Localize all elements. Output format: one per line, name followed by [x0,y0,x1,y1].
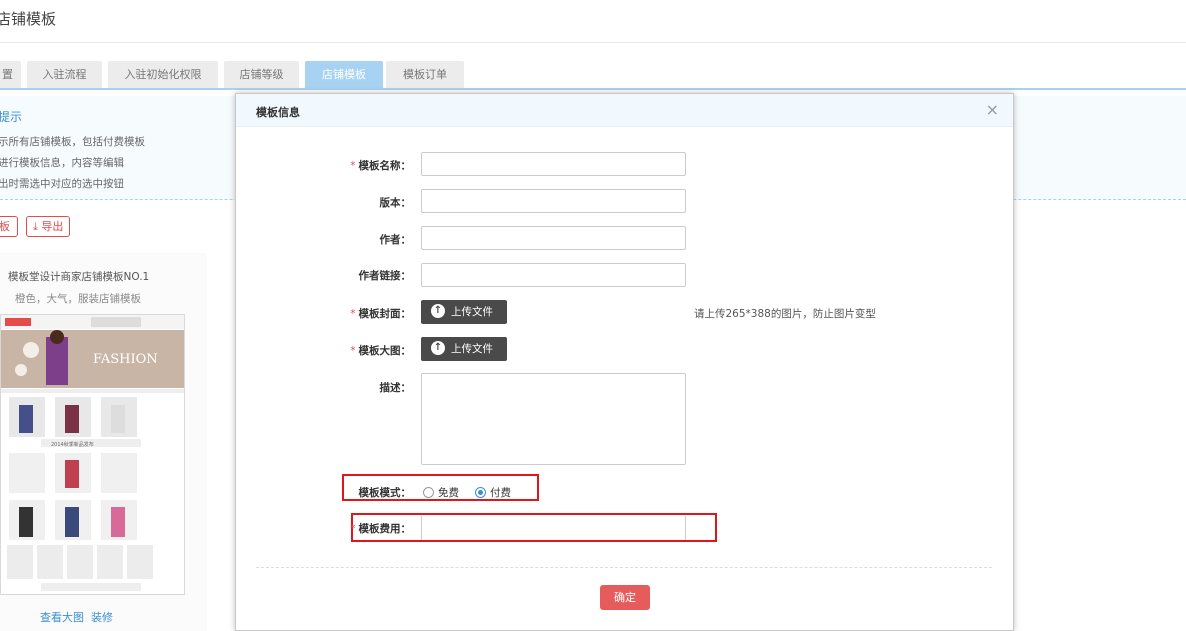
template-name-label: * 模板名称： [350,160,411,172]
upload-icon: ↑ [431,341,445,355]
tip-line: 示所有店铺模板，包括付费模板 [0,136,145,148]
download-icon: ⤓ [33,220,38,233]
version-label: 版本： [379,197,412,209]
upload-hint: 请上传265*388的图片，防止图片变型 [694,308,876,320]
upload-label: 上传文件 [451,306,493,318]
mode-option-paid[interactable]: 付费 [475,485,511,500]
template-card-title: 模板堂设计商家店铺模板NO.1 [8,271,150,283]
upload-cover-button[interactable]: ↑ 上传文件 [421,300,507,324]
description-textarea[interactable] [421,373,686,465]
template-card: 模板堂设计商家店铺模板NO.1 橙色，大气，服装店铺模板 FASHION 201… [0,253,207,631]
version-input[interactable] [421,189,686,213]
footer-divider [256,567,992,568]
decorate-link[interactable]: 装修 [91,609,113,625]
author-label: 作者： [379,234,412,246]
template-fee-label: * 模板费用： [350,523,411,535]
required-mark: * [350,308,356,320]
mode-option-free[interactable]: 免费 [423,485,459,500]
tab-settings[interactable]: 置 [0,61,21,89]
template-info-dialog: 模板信息 × * 模板名称： 版本： 作者： 作者链接： * 模板封面： ↑ 上传文件… [235,93,1014,631]
author-link-label: 作者链接： [358,270,412,282]
template-thumbnail-image: FASHION 2014秋季新品发布 [1,315,184,591]
view-large-link[interactable]: 查看大图 [40,609,84,625]
export-button[interactable]: ⤓ 导出 [26,216,71,237]
template-card-subtitle: 橙色，大气，服装店铺模板 [15,293,141,305]
template-name-input[interactable] [421,152,686,176]
dialog-title: 模板信息 [256,106,300,119]
tab-init-permissions[interactable]: 入驻初始化权限 [108,61,218,89]
required-mark: * [350,160,356,172]
tips-title: 提示 [0,110,23,124]
tab-template-orders[interactable]: 模板订单 [386,61,464,89]
upload-large-image-button[interactable]: ↑ 上传文件 [421,337,507,361]
add-template-button[interactable]: 板 [0,216,18,237]
title-divider [0,42,1186,43]
thumb-caption: 2014秋季新品发布 [51,441,94,448]
page-title: 店铺模板 [0,10,57,28]
author-link-input[interactable] [421,263,686,287]
radio-free-icon [423,486,434,498]
thumb-brand: FASHION [93,352,158,367]
tabs-underline [0,88,1186,90]
radio-paid-icon [475,486,486,498]
template-cover-label: * 模板封面： [350,308,411,320]
required-mark: * [350,523,356,535]
template-large-image-label: * 模板大图： [350,345,411,357]
confirm-button[interactable]: 确定 [600,585,650,610]
template-thumbnail[interactable]: FASHION 2014秋季新品发布 [0,314,185,595]
author-input[interactable] [421,226,686,250]
export-label: 导出 [41,220,64,233]
dialog-header: 模板信息 × [236,94,1013,127]
template-mode-label: 模板模式： [358,487,412,499]
tip-line: 进行模板信息，内容等编辑 [0,157,124,169]
upload-icon: ↑ [431,304,445,318]
close-icon[interactable]: × [986,100,999,119]
required-mark: * [350,345,356,357]
tab-onboarding-flow[interactable]: 入驻流程 [27,61,102,89]
description-label: 描述： [379,382,412,394]
tip-line: 出时需选中对应的选中按钮 [0,178,124,190]
tab-store-level[interactable]: 店铺等级 [224,61,299,89]
tab-store-template[interactable]: 店铺模板 [305,61,383,89]
template-fee-input[interactable] [421,516,686,540]
upload-label: 上传文件 [451,343,493,355]
